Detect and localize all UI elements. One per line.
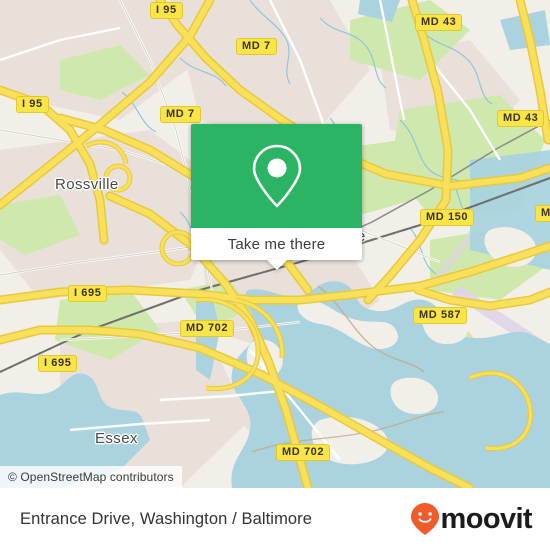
location-popup-card[interactable]: Take me there [191,124,362,270]
place-label-rossville: Rossville [55,176,119,193]
place-label-essex: Essex [95,430,138,447]
moovit-pin-smile-icon [410,503,439,535]
route-shield-i695-north[interactable]: I 695 [68,285,108,302]
moovit-brand-logo[interactable]: moovit [410,502,533,536]
map-screen: Rossville Essex I 95 MD 7 MD 43 I 95 MD … [0,0,550,550]
popup-footer[interactable]: Take me there [191,228,362,270]
attribution-text: © OpenStreetMap contributors [8,470,174,484]
route-shield-md43-north[interactable]: MD 43 [415,14,463,31]
map-attribution-bar[interactable]: © OpenStreetMap contributors [0,466,182,488]
bottom-info-bar: Entrance Drive, Washington / Baltimore m… [0,488,550,550]
route-shield-md7-north[interactable]: MD 7 [236,38,277,55]
popup-header [191,124,362,228]
route-shield-md702-south[interactable]: MD 702 [276,444,331,461]
map-pin-icon [252,144,301,208]
route-shield-md43-east[interactable]: MD 43 [497,110,545,127]
moovit-wordmark: moovit [440,502,533,535]
route-shield-i695-south[interactable]: I 695 [38,355,78,372]
route-shield-md150[interactable]: MD 150 [420,209,475,226]
route-shield-md7-west[interactable]: MD 7 [160,106,201,123]
route-shield-md702-north[interactable]: MD 702 [180,320,235,337]
route-shield-md587[interactable]: MD 587 [413,307,468,324]
route-shield-md-edge[interactable]: M [535,205,550,222]
take-me-there-label: Take me there [227,235,326,253]
popup-pointer-tail [265,259,288,270]
route-shield-i95-north[interactable]: I 95 [150,2,183,19]
route-shield-i95-west[interactable]: I 95 [16,96,49,113]
location-title: Entrance Drive, Washington / Baltimore [20,509,313,528]
